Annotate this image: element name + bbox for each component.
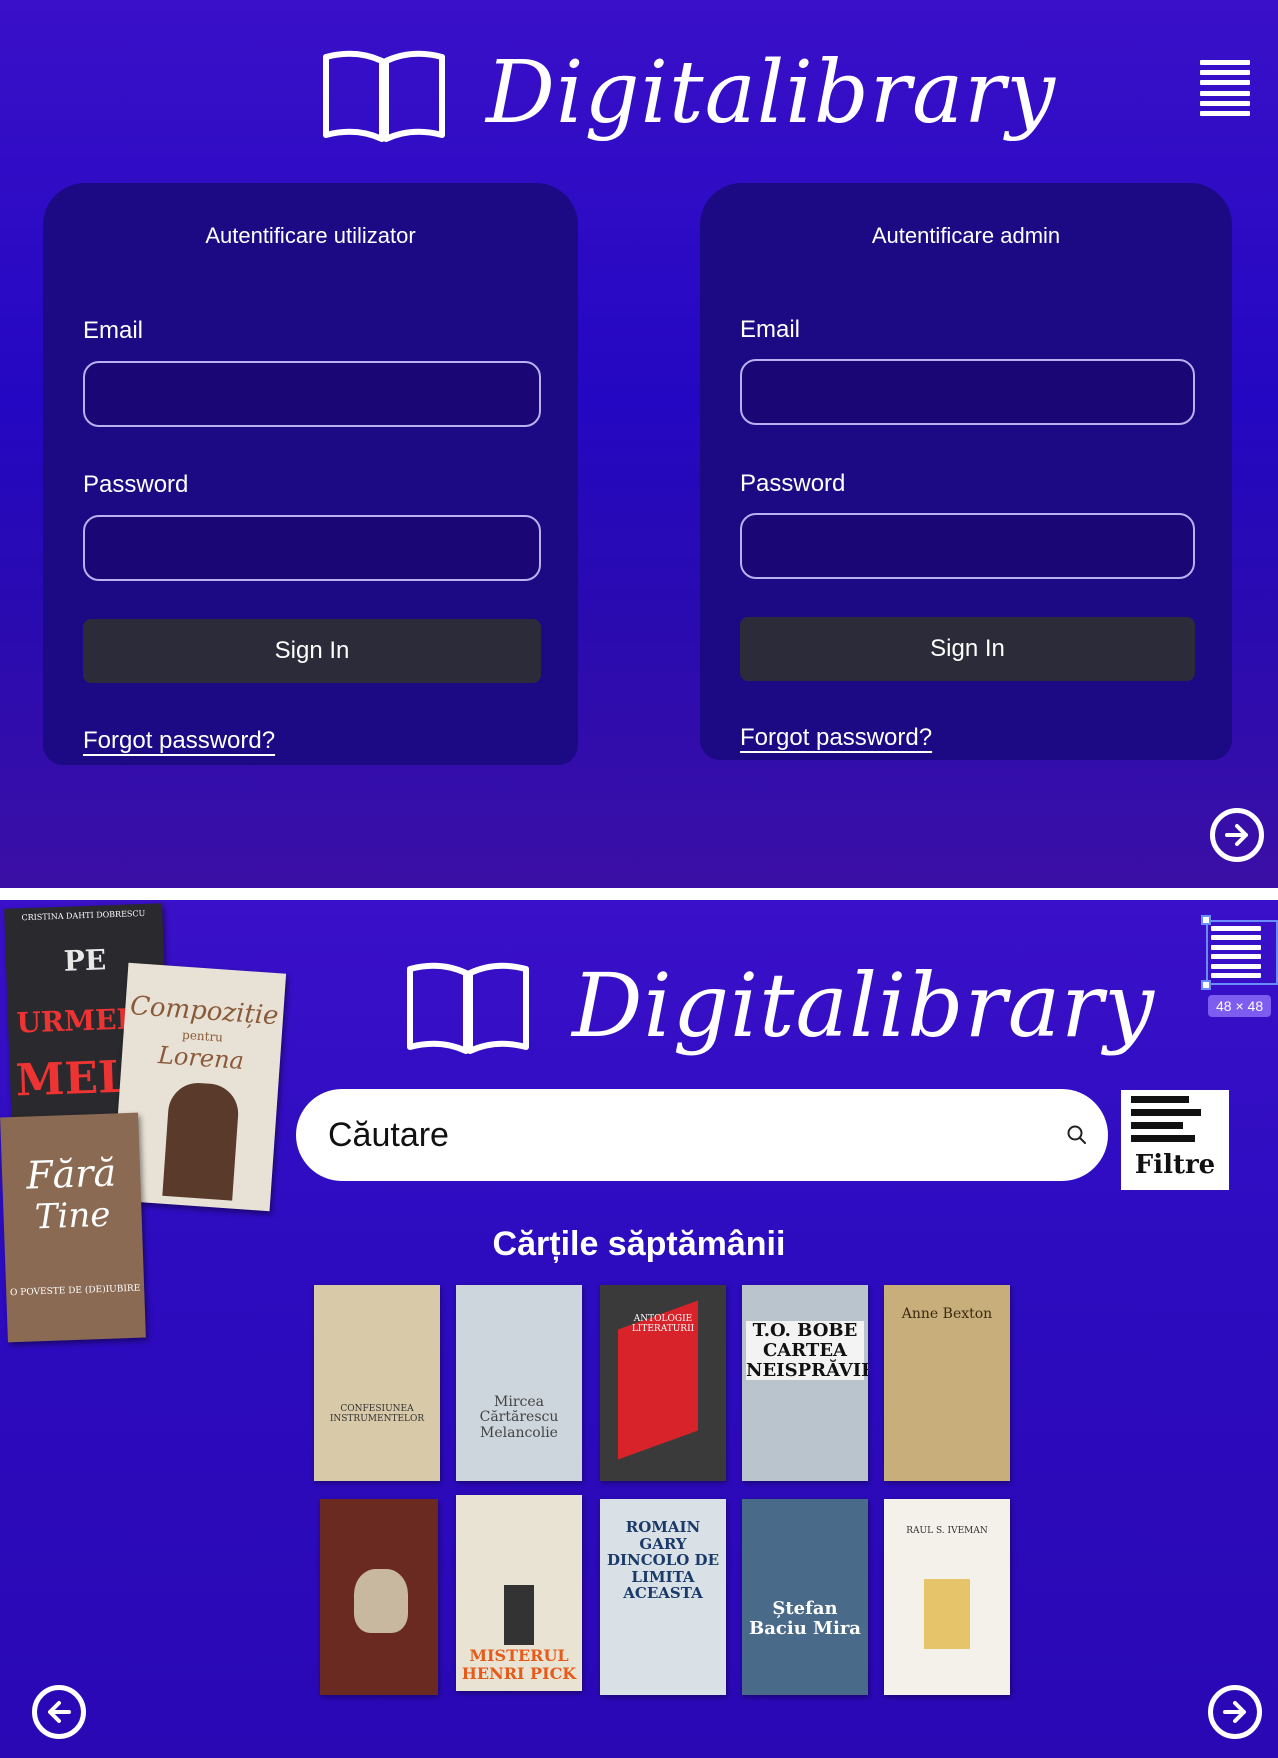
user-forgot-password-link[interactable]: Forgot password? — [83, 727, 275, 755]
arrow-right-icon — [1225, 824, 1248, 846]
book-title: ANTOLOGIE LITERATURII — [631, 1314, 695, 1334]
admin-email-label: Email — [740, 316, 801, 343]
user-email-label: Email — [83, 317, 144, 344]
book-cover-skull — [354, 1569, 408, 1633]
user-email-input[interactable] — [83, 361, 541, 427]
side-cover-1-author: CRISTINA DAHTI DOBRESCU — [21, 908, 146, 923]
open-book-icon — [323, 50, 445, 142]
admin-login-title: Autentificare admin — [871, 223, 1061, 248]
book-cover[interactable]: MISTERUL HENRI PICK — [456, 1495, 582, 1691]
admin-sign-in-button[interactable]: Sign In — [740, 617, 1195, 681]
user-password-input[interactable] — [83, 515, 541, 581]
filter-label: Filtre — [1134, 1150, 1216, 1180]
admin-email-input[interactable] — [740, 359, 1195, 425]
brand-logo: Digitalibrary — [320, 8, 1056, 178]
book-cover[interactable]: ANTOLOGIE LITERATURII — [600, 1285, 726, 1481]
admin-password-input[interactable] — [740, 513, 1195, 579]
user-password-label: Password — [83, 471, 189, 498]
arrow-right-icon — [1223, 1701, 1246, 1723]
book-cover[interactable]: ROMAIN GARY DINCOLO DE LIMITA ACEASTA — [600, 1499, 726, 1695]
screen-divider — [0, 888, 1278, 900]
side-cover-3-tagline: O POVESTE DE (DE)IUBIRE — [9, 1283, 141, 1299]
open-book-icon — [407, 962, 529, 1054]
search-input[interactable] — [296, 1089, 1108, 1181]
previous-arrow-button[interactable] — [32, 1685, 86, 1739]
weekly-books-title: Cărțile săptămânii — [492, 1225, 786, 1263]
filter-button[interactable]: Filtre — [1121, 1090, 1229, 1190]
login-screen: Digitalibrary Autentificare utilizator E… — [0, 0, 1278, 888]
weekly-books-grid: CONFESIUNEA INSTRUMENTELOR Mircea Cărtăr… — [314, 1285, 1010, 1758]
hamburger-menu-icon[interactable] — [1200, 60, 1250, 116]
book-title: Mircea Cărtărescu Melancolie — [479, 1394, 559, 1441]
book-title: CONFESIUNEA INSTRUMENTELOR — [329, 1404, 425, 1424]
book-title: T.O. BOBE CARTEA NEISPRĂVIRII — [746, 1321, 868, 1381]
admin-forgot-password-link[interactable]: Forgot password? — [740, 724, 932, 752]
user-login-title: Autentificare utilizator — [205, 223, 416, 248]
selection-outline — [1206, 920, 1278, 985]
book-title: ROMAIN GARY DINCOLO DE LIMITA ACEASTA — [606, 1518, 720, 1602]
selection-handle[interactable] — [1201, 915, 1211, 925]
user-sign-in-button[interactable]: Sign In — [83, 619, 541, 683]
book-cover[interactable]: T.O. BOBE CARTEA NEISPRĂVIRII — [742, 1285, 868, 1481]
selection-handle[interactable] — [1201, 980, 1211, 990]
book-cover[interactable]: Mircea Cărtărescu Melancolie — [456, 1285, 582, 1481]
brand-name: Digitalibrary — [486, 43, 1056, 143]
book-title: RAUL S. IVEMAN — [906, 1526, 988, 1536]
book-cover[interactable]: Anne Bexton — [884, 1285, 1010, 1481]
next-arrow-button[interactable] — [1208, 1685, 1262, 1739]
next-arrow-button[interactable] — [1210, 808, 1264, 862]
user-login-panel: Autentificare utilizator Email Password … — [43, 183, 578, 765]
book-cover-art — [924, 1579, 970, 1649]
selection-dimension-badge: 48 × 48 — [1208, 995, 1272, 1017]
book-cover[interactable]: Ștefan Baciu Mira — [742, 1499, 868, 1695]
filter-lines-icon — [1131, 1096, 1201, 1148]
side-cover-3-line-1: Fără — [25, 1150, 117, 1198]
arrow-left-icon — [48, 1701, 71, 1723]
side-cover-2-line-1: Compoziție — [129, 991, 280, 1032]
book-title: Anne Bexton — [901, 1306, 993, 1322]
book-title: Ștefan Baciu Mira — [749, 1598, 861, 1639]
brand-name: Digitalibrary — [572, 953, 1155, 1057]
admin-login-panel: Autentificare admin Email Password Sign … — [700, 183, 1232, 760]
book-title: MISTERUL HENRI PICK — [461, 1646, 577, 1683]
brand-logo: Digitalibrary — [404, 920, 1155, 1090]
admin-password-label: Password — [740, 470, 846, 497]
book-cover[interactable]: CONFESIUNEA INSTRUMENTELOR — [314, 1285, 440, 1481]
search-icon[interactable] — [1066, 1124, 1088, 1146]
book-cover[interactable]: RAUL S. IVEMAN — [884, 1499, 1010, 1695]
book-cover[interactable] — [320, 1499, 438, 1695]
search-screen: CRISTINA DAHTI DOBRESCU PE URMELE MELE C… — [0, 900, 1278, 1758]
book-cover-figure — [504, 1585, 534, 1645]
side-cover-2-figure — [162, 1080, 241, 1201]
